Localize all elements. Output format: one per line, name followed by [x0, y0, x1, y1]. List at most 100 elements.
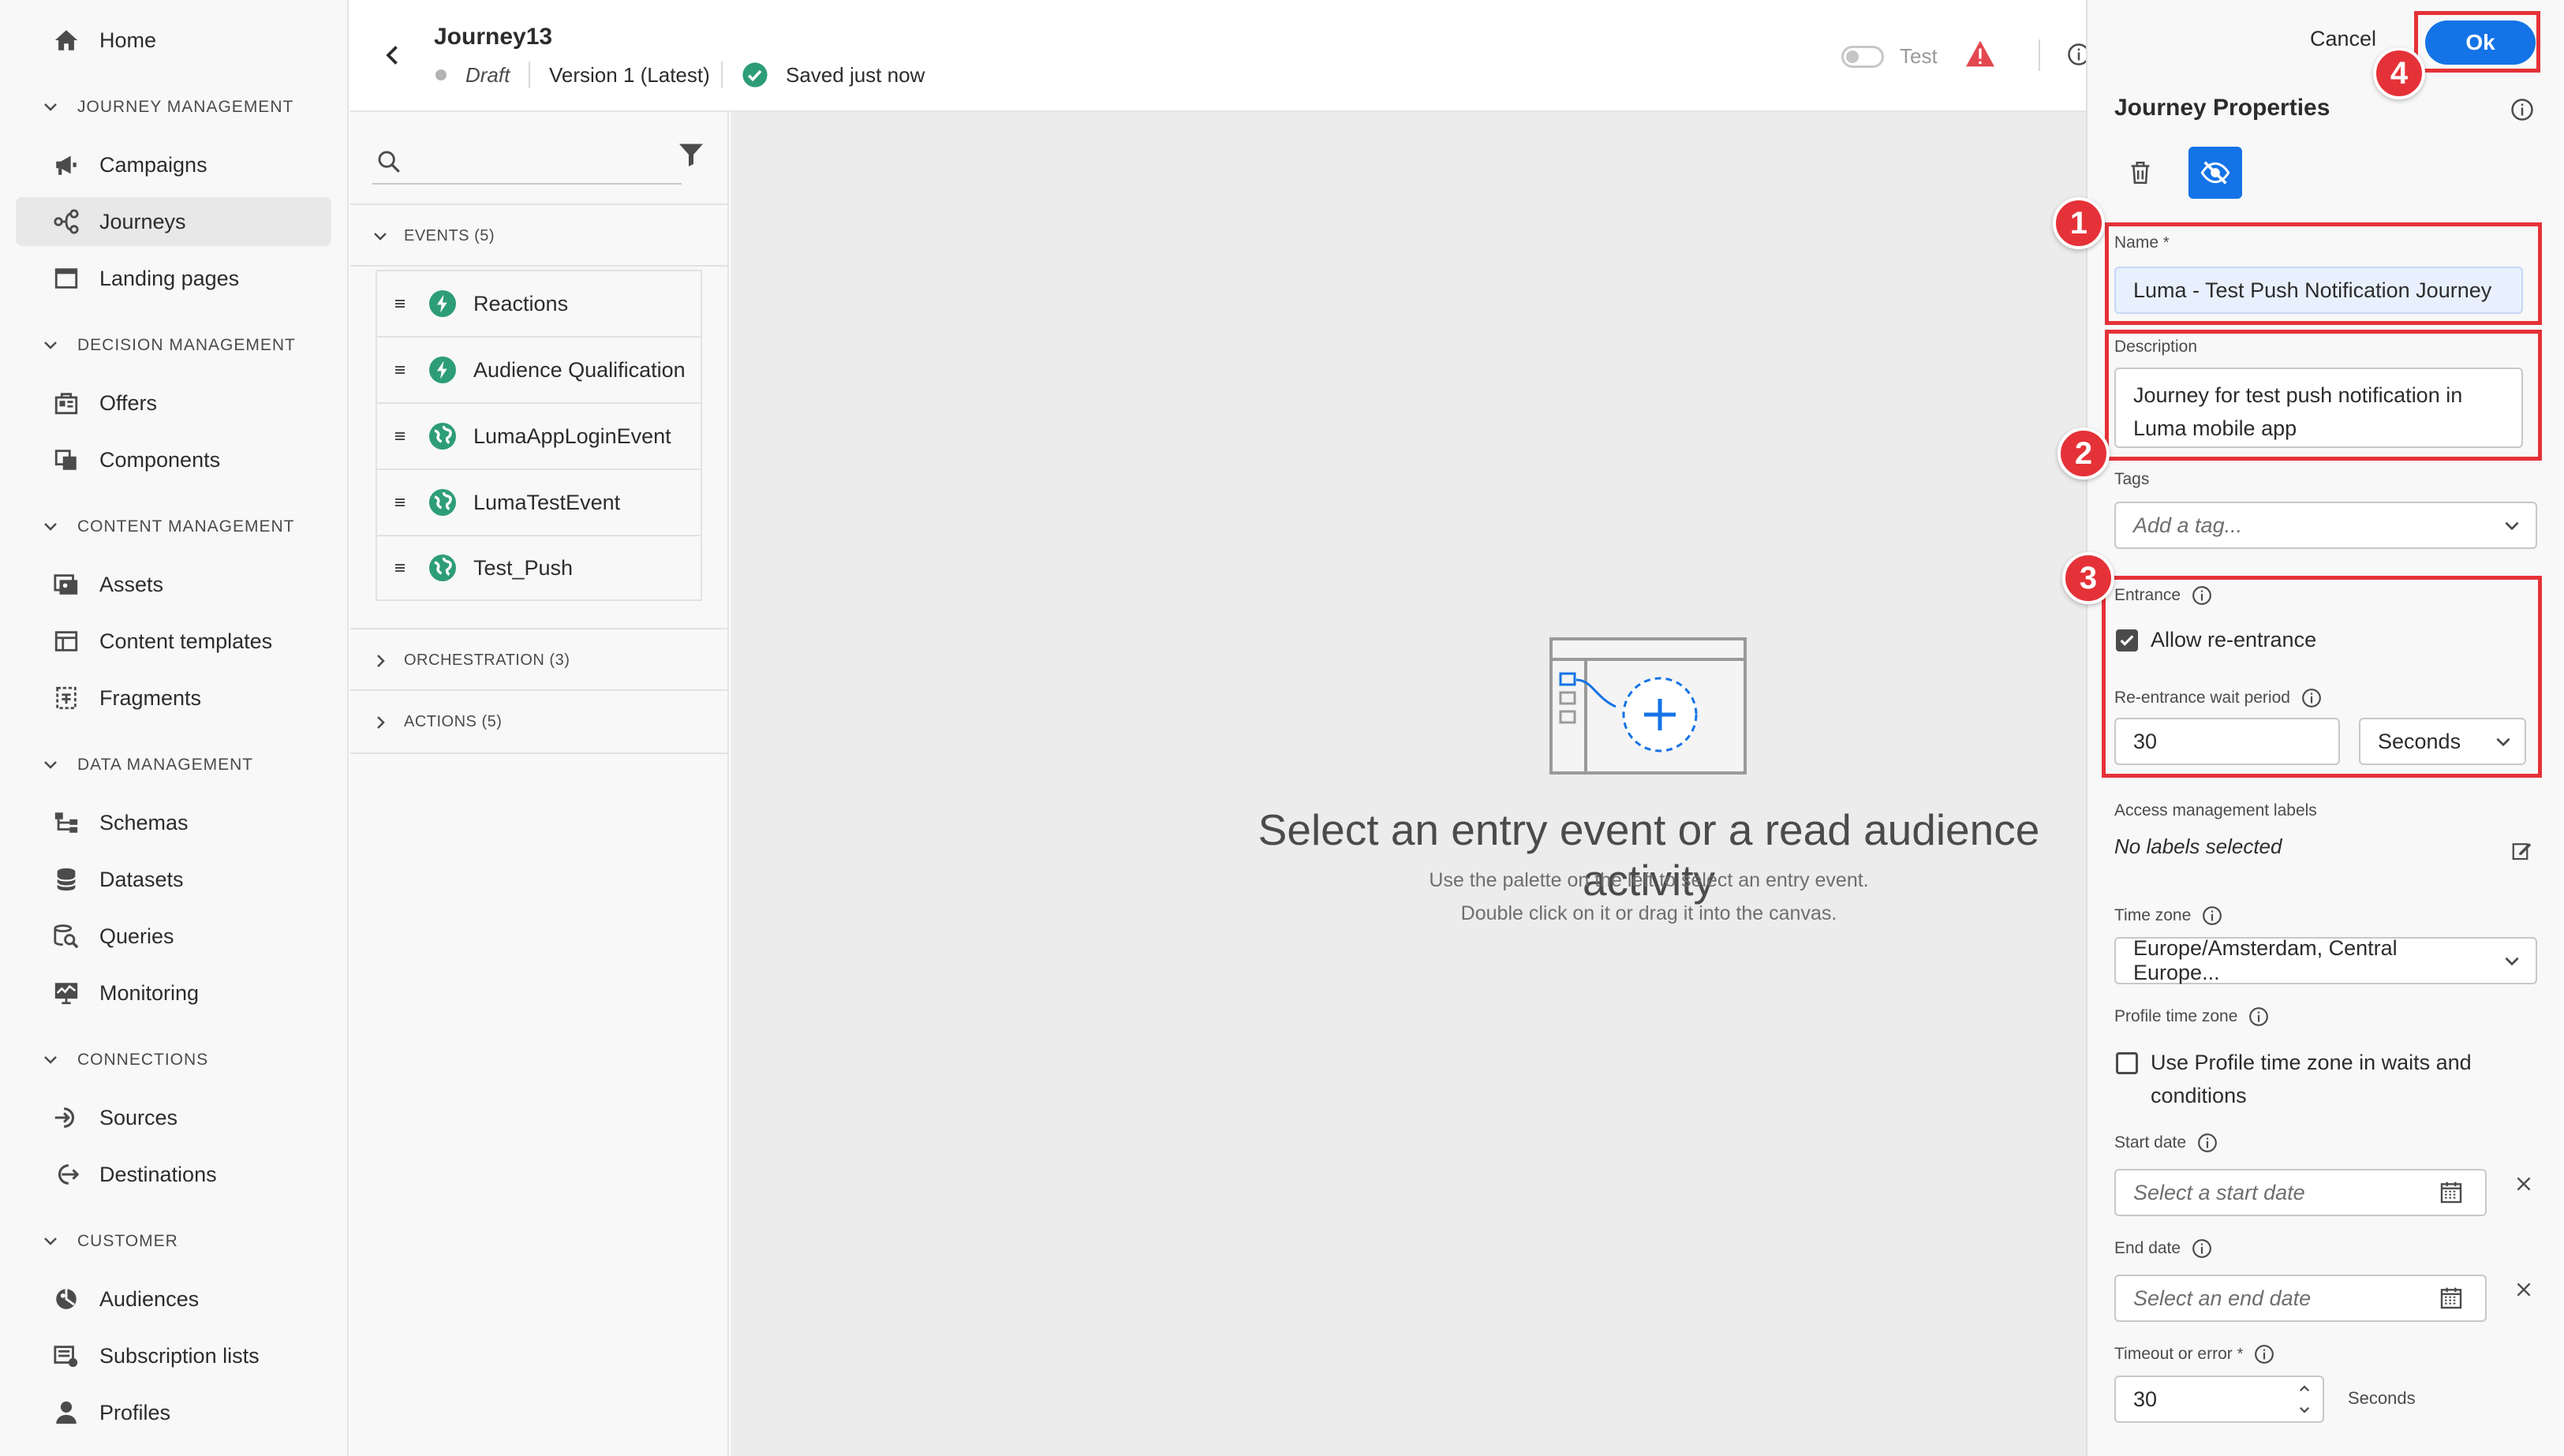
palette-event-lumaapploginevent[interactable]: LumaAppLoginEvent — [376, 402, 702, 469]
nav-section-customer[interactable]: CUSTOMER — [41, 1226, 178, 1257]
nav-monitoring[interactable]: Monitoring — [16, 969, 331, 1017]
tags-dropdown-button[interactable] — [2488, 502, 2537, 549]
nav-landing-pages[interactable]: Landing pages — [16, 254, 331, 303]
nav-queries[interactable]: Queries — [16, 912, 331, 961]
palette-event-audience-qualification[interactable]: Audience Qualification — [376, 336, 702, 402]
chevron-down-icon — [2505, 957, 2519, 966]
timezone-label: Time zone — [2114, 905, 2222, 926]
alert-icon[interactable] — [1964, 39, 1996, 68]
palette-event-test-push[interactable]: Test_Push — [376, 535, 702, 601]
drag-handle-icon — [395, 432, 405, 440]
calendar-icon — [2440, 1287, 2462, 1309]
nav-journeys[interactable]: Journeys — [16, 197, 331, 246]
sources-icon — [50, 1102, 82, 1133]
nav-sources[interactable]: Sources — [16, 1093, 331, 1142]
panel-title: Journey Properties — [2114, 95, 2330, 121]
annotation-badge-4: 4 — [2373, 47, 2425, 99]
drag-handle-icon — [395, 366, 405, 374]
timezone-dropdown-button[interactable] — [2488, 937, 2537, 984]
timeout-stepper[interactable] — [2286, 1376, 2324, 1423]
activity-palette: EVENTS (5) Reactions Audience Qualificat… — [350, 112, 1079, 1456]
palette-event-reactions[interactable]: Reactions — [376, 270, 702, 336]
nav-section-journey-management[interactable]: JOURNEY MANAGEMENT — [41, 91, 293, 123]
info-icon[interactable] — [2254, 1344, 2274, 1365]
chevron-down-icon — [44, 1056, 57, 1064]
nav-home[interactable]: Home — [16, 16, 331, 65]
nav-destinations[interactable]: Destinations — [16, 1150, 331, 1199]
nav-section-connections[interactable]: CONNECTIONS — [41, 1044, 208, 1076]
timeout-input[interactable]: 30 — [2114, 1376, 2288, 1423]
nav-section-decision-management[interactable]: DECISION MANAGEMENT — [41, 330, 296, 361]
destinations-icon — [50, 1159, 82, 1190]
nav-schemas[interactable]: Schemas — [16, 798, 331, 847]
nav-assets[interactable]: Assets — [16, 560, 331, 609]
nav-section-content-management[interactable]: CONTENT MANAGEMENT — [41, 511, 294, 543]
chevron-down-icon[interactable] — [2297, 1402, 2312, 1417]
annotation-box-name — [2105, 222, 2542, 325]
nav-content-templates[interactable]: Content templates — [16, 617, 331, 666]
edit-icon[interactable] — [2510, 839, 2534, 863]
timezone-dropdown[interactable]: Europe/Amsterdam, Central Europe... — [2114, 936, 2490, 984]
chevron-down-icon — [44, 761, 57, 769]
divider — [721, 62, 723, 88]
palette-search-input[interactable] — [372, 137, 682, 185]
annotation-box-entrance — [2102, 576, 2542, 778]
info-icon[interactable] — [2510, 98, 2534, 121]
nav-fragments[interactable]: Fragments — [16, 674, 331, 722]
end-date-input[interactable]: Select an end date — [2114, 1275, 2419, 1322]
nav-components[interactable]: Components — [16, 435, 331, 484]
nav-profiles[interactable]: Profiles — [16, 1388, 331, 1437]
annotation-box-description — [2105, 330, 2542, 461]
nav-section-data-management[interactable]: DATA MANAGEMENT — [41, 749, 253, 781]
back-arrow-icon[interactable] — [379, 41, 407, 69]
assets-icon — [50, 569, 82, 600]
tags-input[interactable]: Add a tag... — [2114, 502, 2490, 549]
chevron-up-icon[interactable] — [2297, 1382, 2312, 1396]
annotation-badge-3: 3 — [2062, 552, 2114, 604]
clear-icon[interactable] — [2514, 1279, 2534, 1300]
info-icon[interactable] — [2202, 905, 2222, 926]
status-dot — [435, 69, 447, 80]
nav-offers[interactable]: Offers — [16, 379, 331, 427]
palette-category-actions[interactable]: ACTIONS (5) — [350, 691, 729, 754]
nav-datasets[interactable]: Datasets — [16, 855, 331, 904]
chevron-right-icon — [377, 716, 385, 729]
palette-category-orchestration[interactable]: ORCHESTRATION (3) — [350, 628, 729, 691]
info-icon[interactable] — [2197, 1133, 2218, 1153]
database-icon — [50, 864, 82, 895]
palette-category-events[interactable]: EVENTS (5) — [350, 203, 729, 267]
visibility-off-icon — [2200, 161, 2230, 185]
nav-campaigns[interactable]: Campaigns — [16, 140, 331, 189]
journey-canvas[interactable] — [731, 112, 2086, 1456]
delete-journey-button[interactable] — [2117, 150, 2163, 196]
journey-version: Version 1 (Latest) — [549, 63, 710, 87]
filter-icon[interactable] — [677, 140, 705, 169]
end-date-picker-button[interactable] — [2417, 1275, 2487, 1322]
lightning-icon — [429, 357, 456, 383]
left-navigation: Home JOURNEY MANAGEMENT Campaigns Journe… — [0, 0, 349, 1456]
drag-handle-icon — [395, 300, 405, 308]
start-date-input[interactable]: Select a start date — [2114, 1169, 2419, 1216]
hide-button[interactable] — [2188, 147, 2242, 199]
journey-header: Journey13 Draft Version 1 (Latest) Saved… — [350, 0, 2090, 112]
divider — [529, 62, 530, 88]
nav-audiences[interactable]: Audiences — [16, 1275, 331, 1323]
palette-event-lumatestevent[interactable]: LumaTestEvent — [376, 469, 702, 535]
empty-canvas-hint: Use the palette on the left to select an… — [1429, 869, 1869, 891]
start-date-label: Start date — [2114, 1133, 2218, 1153]
test-mode-toggle[interactable] — [1841, 46, 1884, 68]
checkmark-circle-icon — [742, 62, 768, 88]
clear-icon[interactable] — [2514, 1174, 2534, 1194]
info-icon[interactable] — [2248, 1006, 2269, 1027]
profile-timezone-checkbox[interactable] — [2116, 1052, 2138, 1074]
offers-icon — [50, 387, 82, 419]
drag-handle-icon — [395, 564, 405, 572]
start-date-picker-button[interactable] — [2417, 1169, 2487, 1216]
timeout-unit: Seconds — [2348, 1388, 2416, 1408]
nav-subscription-lists[interactable]: Subscription lists — [16, 1331, 331, 1380]
cancel-button[interactable]: Cancel — [2310, 27, 2376, 51]
end-date-label: End date — [2114, 1238, 2212, 1259]
save-status: Saved just now — [786, 63, 925, 87]
empty-canvas-illustration — [1549, 637, 1747, 775]
info-icon[interactable] — [2192, 1238, 2212, 1259]
